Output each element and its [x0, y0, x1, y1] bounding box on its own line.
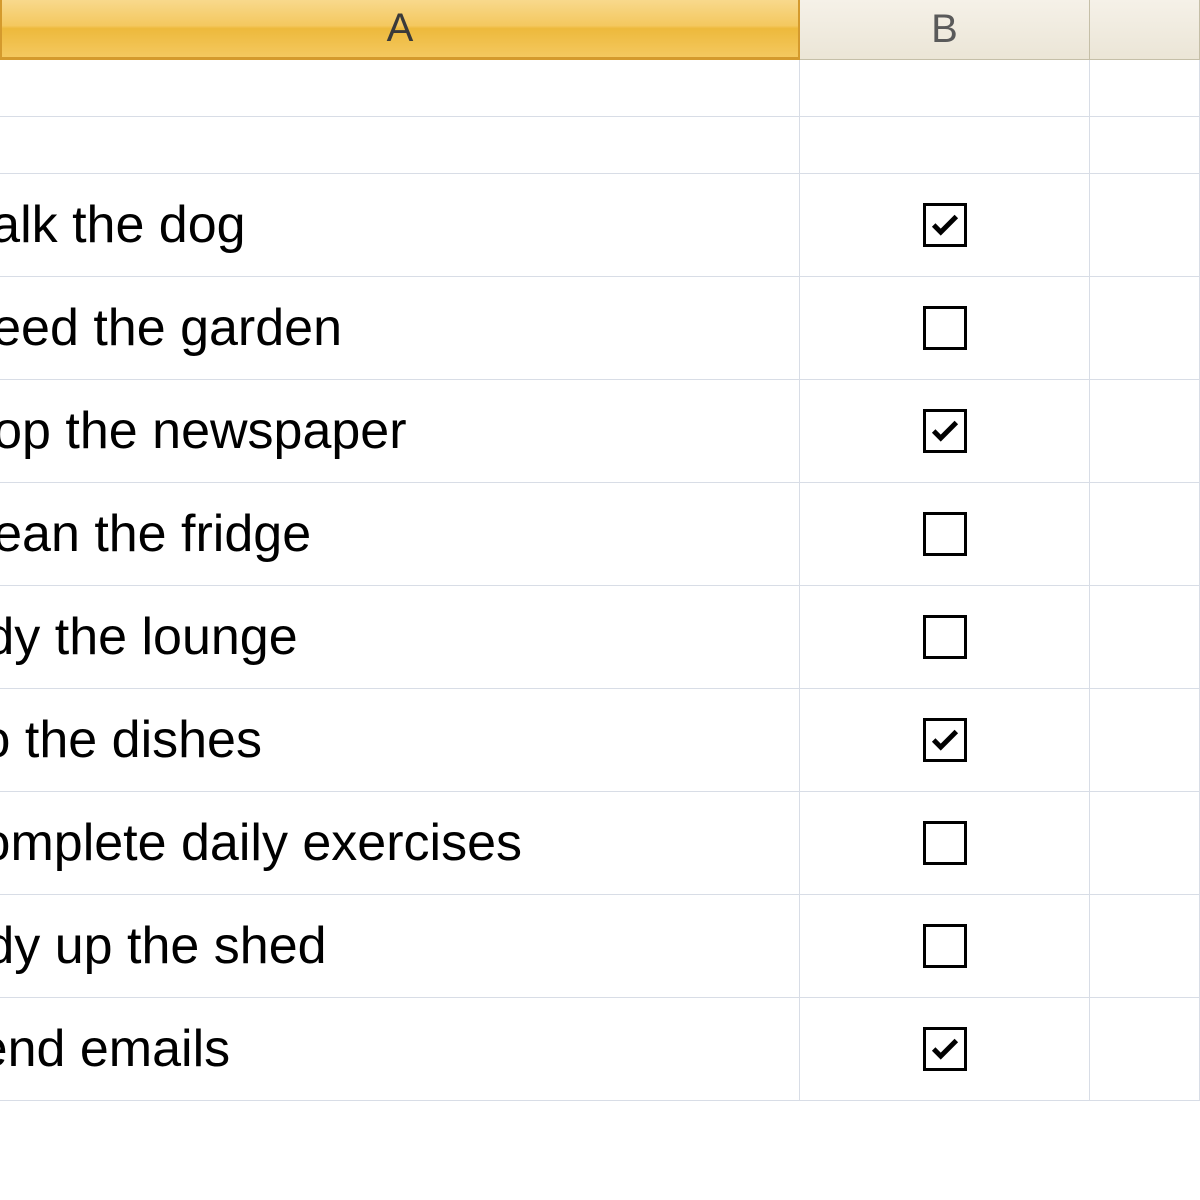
cell[interactable]: Walk the dog [0, 174, 800, 276]
rows-container: Walk the dog Weed the garden Stop the ne… [0, 60, 1200, 1101]
checkbox[interactable] [923, 924, 967, 968]
table-row: Tidy the lounge [0, 586, 1200, 689]
check-icon [928, 723, 962, 757]
check-icon [928, 414, 962, 448]
column-header-a[interactable]: A [0, 0, 800, 60]
cell[interactable] [1090, 792, 1200, 894]
column-header-c[interactable] [1090, 0, 1200, 60]
cell[interactable]: Do the dishes [0, 689, 800, 791]
cell[interactable]: Send emails [0, 998, 800, 1100]
checkbox[interactable] [923, 409, 967, 453]
check-icon [928, 208, 962, 242]
cell[interactable]: Complete daily exercises [0, 792, 800, 894]
cell[interactable] [1090, 586, 1200, 688]
checkbox[interactable] [923, 1027, 967, 1071]
cell[interactable] [800, 689, 1090, 791]
table-row: Send emails [0, 998, 1200, 1101]
cell[interactable] [800, 380, 1090, 482]
cell[interactable] [1090, 277, 1200, 379]
spreadsheet: A B Walk the dog Weed the garden [0, 0, 1200, 1200]
cell[interactable] [800, 483, 1090, 585]
cell[interactable]: Tidy up the shed [0, 895, 800, 997]
table-row [0, 60, 1200, 117]
cell[interactable]: Clean the fridge [0, 483, 800, 585]
checkbox[interactable] [923, 718, 967, 762]
table-row: Stop the newspaper [0, 380, 1200, 483]
table-row [0, 117, 1200, 174]
table-row: Walk the dog [0, 174, 1200, 277]
cell[interactable] [800, 117, 1090, 173]
cell[interactable] [800, 586, 1090, 688]
cell[interactable] [800, 792, 1090, 894]
cell[interactable] [800, 277, 1090, 379]
cell[interactable] [1090, 117, 1200, 173]
cell[interactable] [800, 895, 1090, 997]
cell[interactable] [1090, 998, 1200, 1100]
cell[interactable] [1090, 174, 1200, 276]
checkbox[interactable] [923, 306, 967, 350]
cell[interactable] [0, 117, 800, 173]
cell[interactable] [0, 60, 800, 116]
cell[interactable] [800, 174, 1090, 276]
checkbox[interactable] [923, 203, 967, 247]
cell[interactable] [1090, 689, 1200, 791]
column-header-b[interactable]: B [800, 0, 1090, 60]
cell[interactable] [1090, 895, 1200, 997]
cell[interactable] [1090, 60, 1200, 116]
cell[interactable] [800, 998, 1090, 1100]
checkbox[interactable] [923, 512, 967, 556]
cell[interactable] [1090, 380, 1200, 482]
cell[interactable]: Stop the newspaper [0, 380, 800, 482]
cell[interactable]: Tidy the lounge [0, 586, 800, 688]
checkbox[interactable] [923, 615, 967, 659]
table-row: Clean the fridge [0, 483, 1200, 586]
table-row: Do the dishes [0, 689, 1200, 792]
table-row: Tidy up the shed [0, 895, 1200, 998]
column-headers: A B [0, 0, 1200, 60]
cell[interactable]: Weed the garden [0, 277, 800, 379]
cell[interactable] [1090, 483, 1200, 585]
checkbox[interactable] [923, 821, 967, 865]
check-icon [928, 1032, 962, 1066]
table-row: Weed the garden [0, 277, 1200, 380]
table-row: Complete daily exercises [0, 792, 1200, 895]
cell[interactable] [800, 60, 1090, 116]
